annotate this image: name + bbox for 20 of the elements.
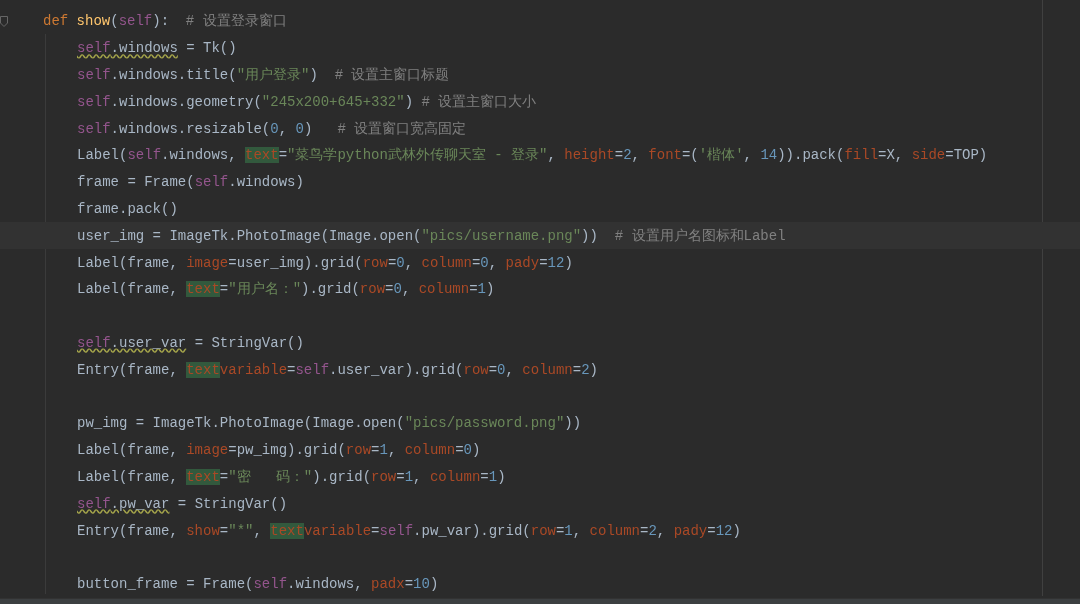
- code-line: frame = Frame(self.windows): [77, 173, 304, 193]
- code-line: Entry(frame, show="*", textvariable=self.pw_var).grid(row=1, column=2, pady=12): [77, 521, 741, 541]
- code-line: Label(frame, text="密 码：").grid(row=1, column=1): [77, 467, 506, 487]
- code-line: Label(frame, image=pw_img).grid(row=1, column=0): [77, 441, 481, 461]
- fold-icon[interactable]: [0, 16, 8, 27]
- code-line: self.windows = Tk(): [77, 39, 237, 59]
- code-line: self.windows.resizable(0, 0) # 设置窗口宽高固定: [77, 119, 467, 139]
- code-line: def show(self): # 设置登录窗口: [43, 12, 287, 32]
- code-line: self.pw_var = StringVar(): [77, 494, 288, 514]
- code-line: self.user_var = StringVar(): [77, 333, 304, 353]
- code-line: Label(self.windows, text="菜鸟学python武林外传聊天室 - 登录", height=2, font=('楷体', 14)).pack(fill=X, side=TOP): [77, 146, 988, 166]
- code-line: user_img = ImageTk.PhotoImage(Image.open("pics/username.png")) # 设置用户名图标和Label: [77, 226, 786, 246]
- code-line: button_frame = Frame(self.windows, padx=10): [77, 575, 439, 595]
- code-line: frame.pack(): [77, 199, 178, 219]
- code-line: pw_img = ImageTk.PhotoImage(Image.open("pics/password.png")): [77, 414, 582, 434]
- code-line: self.windows.geometry("245x200+645+332") # 设置主窗口大小: [77, 92, 537, 112]
- code-line: Entry(frame, textvariable=self.user_var).grid(row=0, column=2): [77, 360, 598, 380]
- code-line: Label(frame, image=user_img).grid(row=0, column=0, pady=12): [77, 253, 573, 273]
- code-line: self.windows.title("用户登录") # 设置主窗口标题: [77, 66, 450, 85]
- code-line: Label(frame, text="用户名：").grid(row=0, column=1): [77, 280, 495, 300]
